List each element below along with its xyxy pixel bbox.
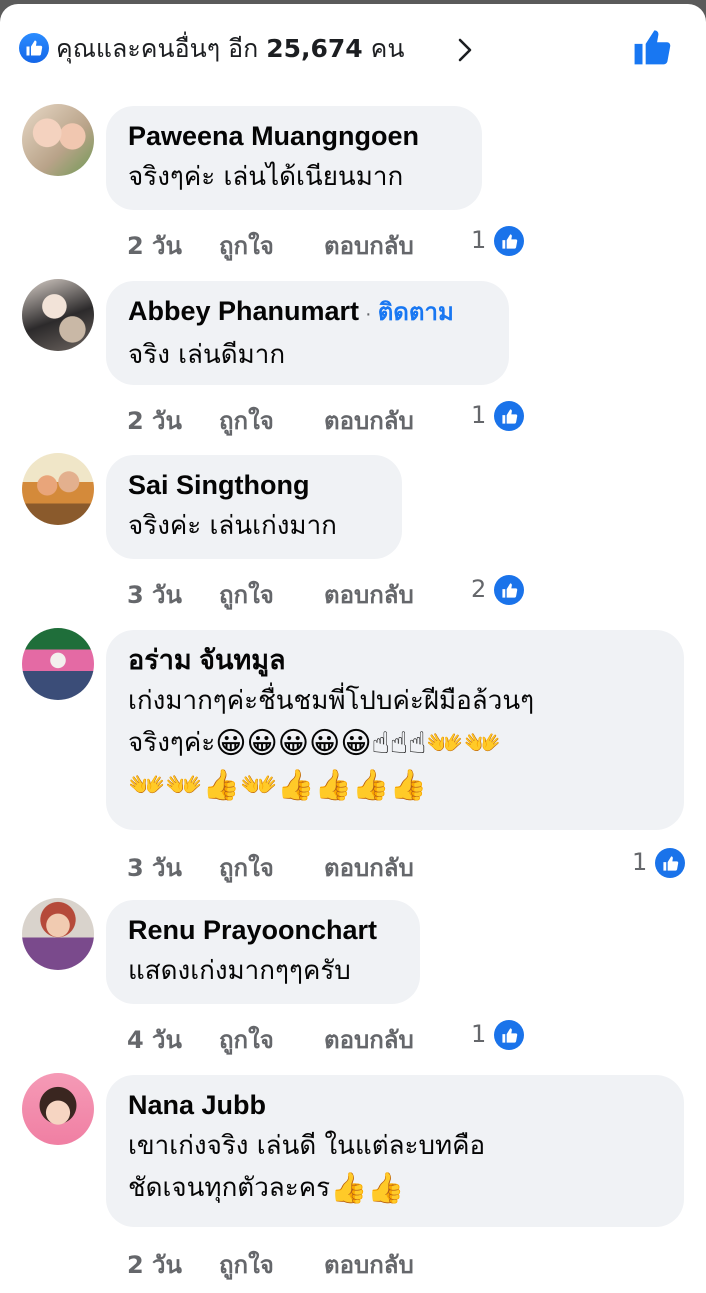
comment-text-line: 👐👐👍👐👍👍👍👍: [128, 764, 662, 806]
comment-text-fragment: ชัดเจนทุกตัวละคร: [128, 1173, 331, 1203]
comment-text: จริง เล่นดีมาก: [128, 340, 286, 370]
comment-time: 4 วัน: [127, 1026, 182, 1054]
comment-author[interactable]: Renu Prayoonchart: [128, 914, 398, 946]
comment-time: 2 วัน: [127, 407, 182, 435]
reaction-count[interactable]: 2: [471, 575, 486, 603]
reaction-count[interactable]: 1: [471, 1020, 486, 1048]
comment-text: แสดงเก่งมากๆๆครับ: [128, 956, 351, 986]
like-button[interactable]: ถูกใจ: [219, 1245, 274, 1284]
comment-text-line: ชัดเจนทุกตัวละคร👍👍: [128, 1167, 662, 1209]
reply-button[interactable]: ตอบกลับ: [324, 226, 414, 265]
like-reaction-icon: [655, 848, 685, 878]
reactions-count: 25,674: [266, 34, 363, 63]
avatar[interactable]: [22, 1073, 94, 1145]
reactions-label: คุณและคนอื่นๆ อีก: [56, 34, 259, 63]
comment-bubble[interactable]: อร่าม จันทมูล เก่งมากๆค่ะชื่นชมพี่โปบค่ะ…: [106, 630, 684, 830]
comment-actions: 2 วัน ถูกใจ ตอบกลับ 1: [127, 397, 687, 437]
comment-bubble[interactable]: Abbey Phanumart · ติดตาม จริง เล่นดีมาก: [106, 281, 509, 385]
like-reaction-icon: [494, 1020, 524, 1050]
comment-author[interactable]: Sai Singthong: [128, 469, 380, 501]
comment-actions: 4 วัน ถูกใจ ตอบกลับ 1: [127, 1016, 687, 1056]
reactions-unit: คน: [370, 34, 405, 63]
comment-bubble[interactable]: Renu Prayoonchart แสดงเก่งมากๆๆครับ: [106, 900, 420, 1004]
chevron-right-icon[interactable]: [455, 37, 475, 63]
comment-author[interactable]: Nana Jubb: [128, 1089, 662, 1121]
separator-dot: ·: [365, 303, 372, 325]
reactions-summary-text: คุณและคนอื่นๆ อีก 25,674 คน: [56, 32, 404, 66]
comment-text: เขาเก่งจริง เล่นดี ในแต่ละบทคือ ชัดเจนทุ…: [128, 1125, 662, 1209]
like-reaction-icon: [494, 226, 524, 256]
reply-button[interactable]: ตอบกลับ: [324, 848, 414, 887]
comment-text: จริงค่ะ เล่นเก่งมาก: [128, 511, 337, 541]
emoji-group: 😀😀😀😀😀☝☝☝👐👐: [215, 725, 502, 761]
avatar[interactable]: [22, 104, 94, 176]
like-button[interactable]: ถูกใจ: [219, 848, 274, 887]
comment-text-fragment: จริงๆค่ะ: [128, 728, 216, 758]
reply-button[interactable]: ตอบกลับ: [324, 1245, 414, 1284]
comment-bubble[interactable]: Nana Jubb เขาเก่งจริง เล่นดี ในแต่ละบทคื…: [106, 1075, 684, 1227]
reply-button[interactable]: ตอบกลับ: [324, 1020, 414, 1059]
avatar[interactable]: [22, 453, 94, 525]
comment-time: 2 วัน: [127, 232, 182, 260]
reply-button[interactable]: ตอบกลับ: [324, 575, 414, 614]
comment-bubble[interactable]: Sai Singthong จริงค่ะ เล่นเก่งมาก: [106, 455, 402, 559]
like-button[interactable]: ถูกใจ: [219, 1020, 274, 1059]
comment-actions: 3 วัน ถูกใจ ตอบกลับ 2: [127, 571, 687, 611]
comment-author[interactable]: Paweena Muangngoen: [128, 120, 460, 152]
comment-bubble[interactable]: Paweena Muangngoen จริงๆค่ะ เล่นได้เนียน…: [106, 106, 482, 210]
comment-text-line: เก่งมากๆค่ะชื่นชมพี่โปบค่ะฝีมือล้วนๆ: [128, 686, 535, 716]
comment-actions: 2 วัน ถูกใจ ตอบกลับ 1: [127, 222, 687, 262]
comments-sheet: คุณและคนอื่นๆ อีก 25,674 คน Paweena Muan…: [0, 4, 706, 1293]
avatar[interactable]: [22, 898, 94, 970]
comment-text: เก่งมากๆค่ะชื่นชมพี่โปบค่ะฝีมือล้วนๆ จริ…: [128, 680, 662, 806]
reaction-count[interactable]: 1: [471, 226, 486, 254]
comment-actions: 3 วัน ถูกใจ ตอบกลับ 1: [127, 844, 687, 884]
follow-button[interactable]: ติดตาม: [378, 299, 454, 326]
reaction-count[interactable]: 1: [471, 401, 486, 429]
like-button[interactable]: ถูกใจ: [219, 575, 274, 614]
comment-text-line: เขาเก่งจริง เล่นดี ในแต่ละบทคือ: [128, 1131, 486, 1161]
comment-time: 2 วัน: [127, 1251, 182, 1279]
comment-author[interactable]: อร่าม จันทมูล: [128, 644, 662, 676]
like-button[interactable]: ถูกใจ: [219, 226, 274, 265]
emoji-group: 👐👐👍👐👍👍👍👍: [128, 767, 427, 803]
reaction-count[interactable]: 1: [632, 848, 647, 876]
avatar[interactable]: [22, 279, 94, 351]
comment-time: 3 วัน: [127, 581, 182, 609]
comment-author: Abbey Phanumart · ติดตาม: [128, 295, 487, 330]
comment-actions: 2 วัน ถูกใจ ตอบกลับ: [127, 1241, 687, 1281]
comment-text: จริงๆค่ะ เล่นได้เนียนมาก: [128, 162, 404, 192]
comment-time: 3 วัน: [127, 854, 182, 882]
like-reaction-icon: [494, 401, 524, 431]
like-button[interactable]: ถูกใจ: [219, 401, 274, 440]
thumbs-up-icon[interactable]: [633, 28, 671, 66]
author-name[interactable]: Abbey Phanumart: [128, 296, 359, 326]
emoji-group: 👍👍: [330, 1170, 405, 1206]
like-icon: [19, 33, 49, 63]
like-reaction-icon: [494, 575, 524, 605]
comment-text-line: จริงๆค่ะ😀😀😀😀😀☝☝☝👐👐: [128, 722, 662, 764]
avatar[interactable]: [22, 628, 94, 700]
reactions-summary[interactable]: คุณและคนอื่นๆ อีก 25,674 คน: [0, 4, 706, 90]
reply-button[interactable]: ตอบกลับ: [324, 401, 414, 440]
